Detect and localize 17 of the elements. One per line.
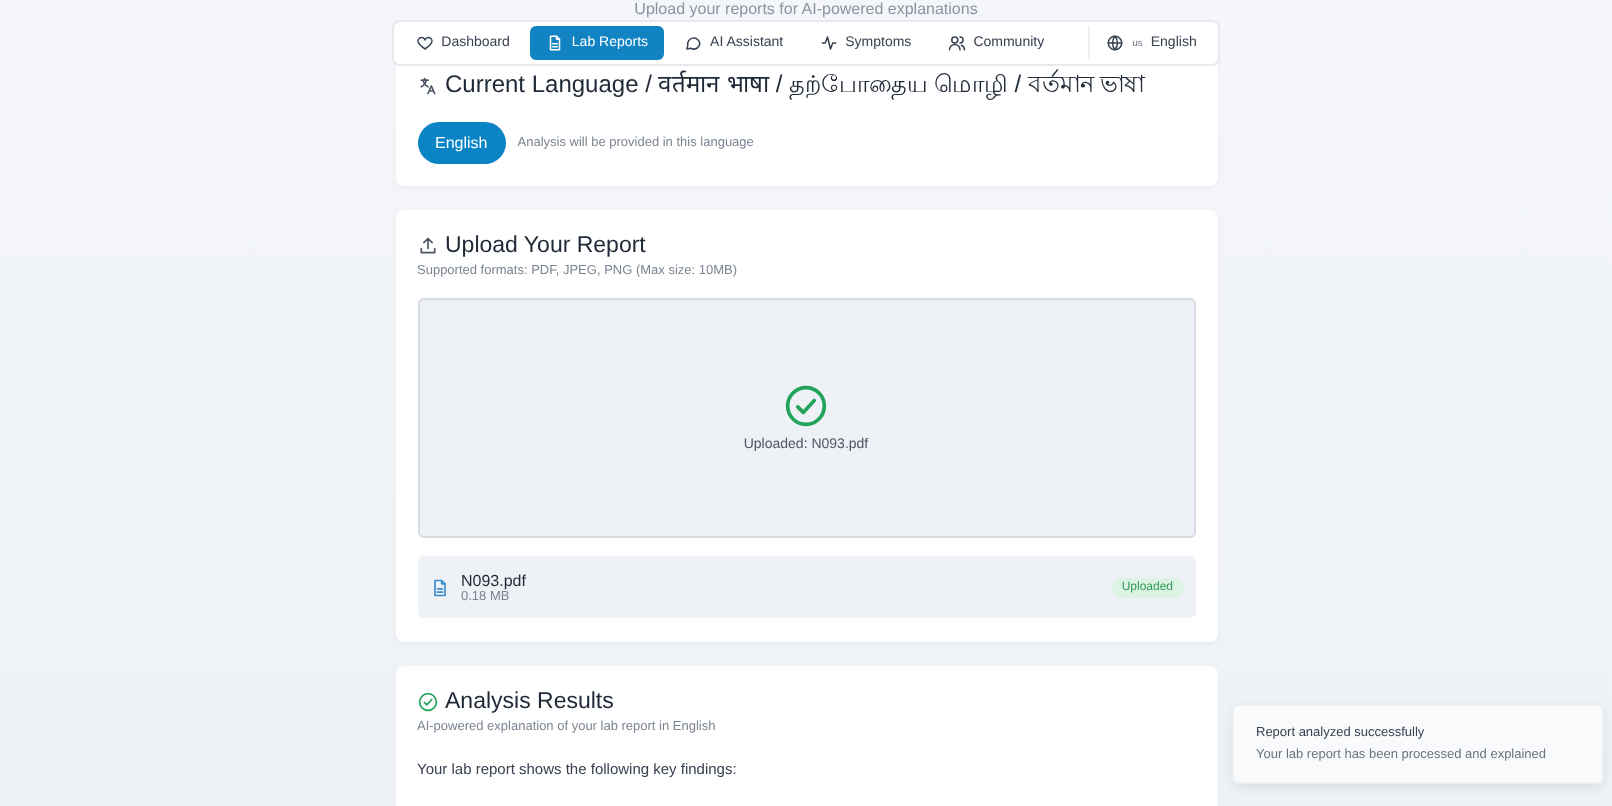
globe-icon [1106, 34, 1125, 52]
heart-icon [415, 34, 434, 52]
language-button[interactable]: English [417, 122, 506, 164]
file-name: N093.pdf [461, 571, 528, 589]
upload-icon [417, 236, 437, 256]
section-title: Upload Your Report [445, 234, 646, 258]
check-circle-icon [417, 692, 437, 712]
page-subtitle: Upload your reports for AI-powered explanations [634, 0, 978, 20]
document-icon [545, 34, 564, 52]
chat-bubble-icon [684, 34, 703, 52]
check-circle-icon [784, 384, 828, 428]
translate-icon [417, 76, 437, 96]
pulse-icon [819, 34, 838, 52]
section-title: Current Language / वर्तमान भाषा / தற்போதைய மொழி / বর্তমান ভাষা [445, 67, 1145, 104]
users-icon [947, 34, 966, 52]
document-icon [429, 577, 449, 597]
section-title: Analysis Results [445, 690, 614, 714]
